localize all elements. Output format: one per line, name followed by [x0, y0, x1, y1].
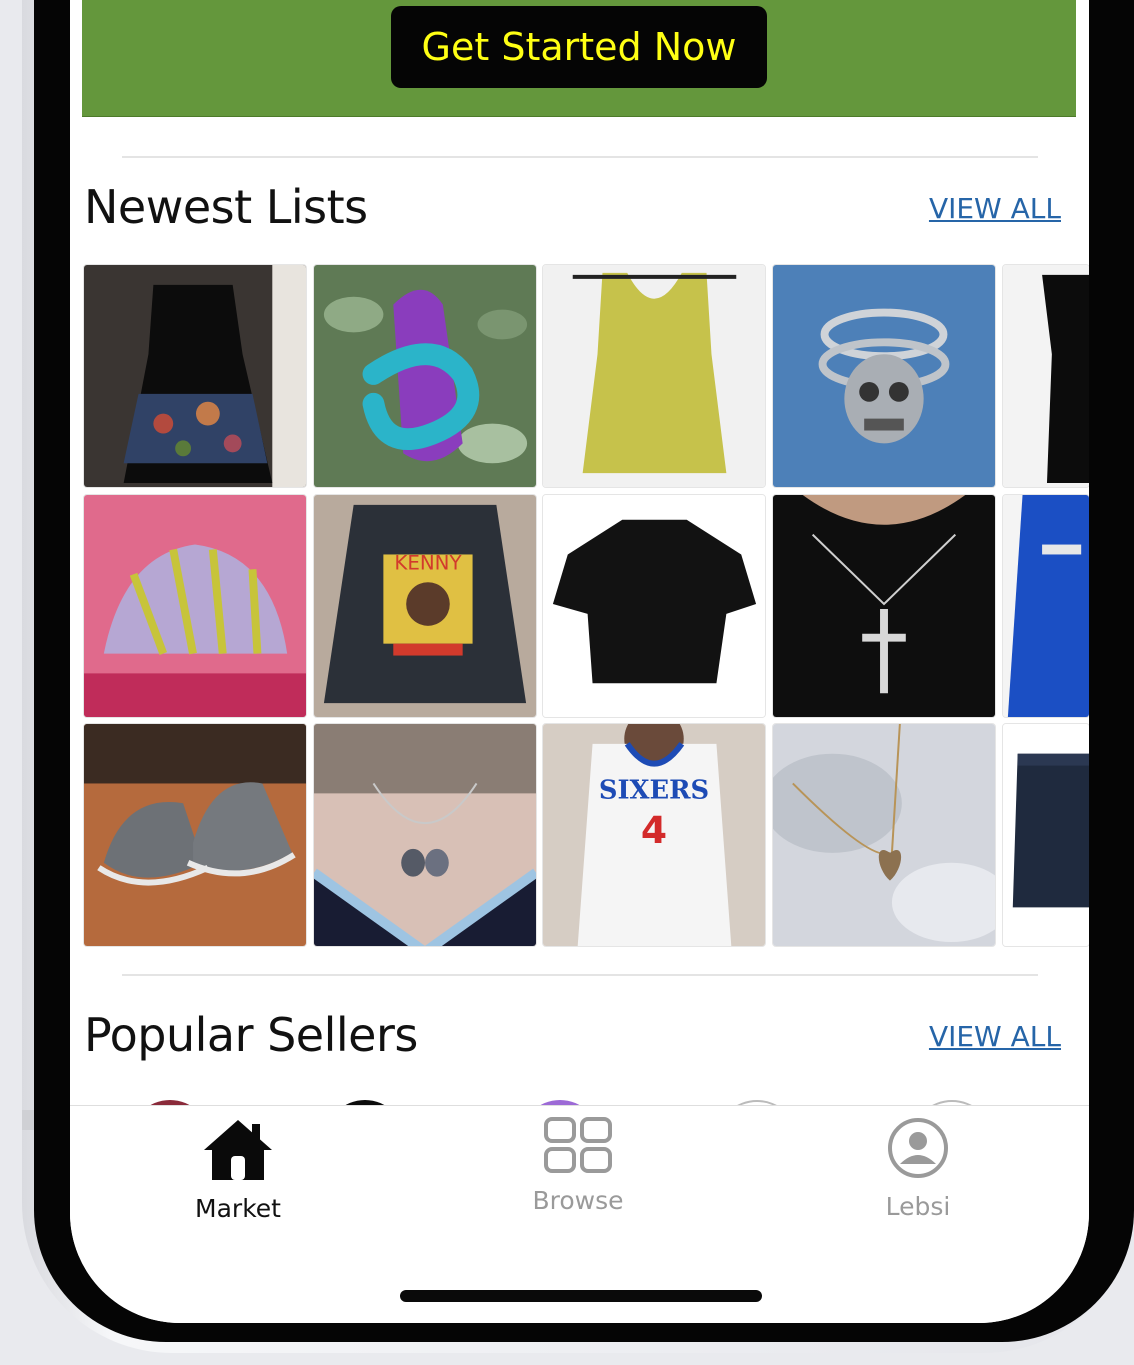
listing-tile-skull-ring[interactable]	[772, 264, 996, 488]
jersey-text: SIXERS	[599, 775, 709, 805]
home-icon	[204, 1120, 272, 1180]
listing-tile-denim-jeans-partial[interactable]	[1002, 723, 1089, 947]
get-started-button[interactable]: Get Started Now	[391, 6, 767, 88]
listing-tile-clay-sculpture[interactable]	[313, 264, 537, 488]
listing-tile-sixers-jersey[interactable]: SIXERS 4	[542, 723, 766, 947]
section-divider	[122, 156, 1038, 158]
listing-tile-black-mock-top[interactable]	[542, 494, 766, 718]
jersey-number: 4	[641, 808, 667, 852]
shirt-print-text: KENNY	[394, 551, 462, 574]
tab-label: Market	[195, 1194, 281, 1223]
newest-view-all-link[interactable]: VIEW ALL	[929, 192, 1061, 225]
listing-tile-black-tank-partial[interactable]	[1002, 264, 1089, 488]
listing-tile-striped-bucket-hat[interactable]	[83, 494, 307, 718]
listing-tile-lace-dress[interactable]	[83, 264, 307, 488]
tab-browse[interactable]: Browse	[478, 1116, 678, 1215]
listing-tile-kenny-longsleeve[interactable]: KENNY	[313, 494, 537, 718]
user-circle-icon	[888, 1118, 948, 1178]
listing-tile-gold-heart-necklace[interactable]	[772, 723, 996, 947]
side-button	[22, 1110, 34, 1130]
app-screen: Get Started Now Newest Lists VIEW ALL KE…	[70, 0, 1089, 1323]
popular-view-all-link[interactable]: VIEW ALL	[929, 1020, 1061, 1053]
tab-market[interactable]: Market	[138, 1116, 338, 1223]
home-indicator	[400, 1290, 762, 1302]
listing-tile-blue-racing-jacket-partial[interactable]	[1002, 494, 1089, 718]
listing-tile-cross-necklace[interactable]	[772, 494, 996, 718]
listing-tile-heart-pendant-necklace[interactable]	[313, 723, 537, 947]
listing-tile-grey-sneakers[interactable]	[83, 723, 307, 947]
tab-label: Browse	[532, 1186, 624, 1215]
newest-lists-title: Newest Lists	[84, 180, 368, 234]
grid-icon	[544, 1117, 612, 1173]
popular-sellers-title: Popular Sellers	[84, 1008, 418, 1062]
promo-banner: Get Started Now	[82, 0, 1076, 117]
tab-label: Lebsi	[885, 1192, 951, 1221]
section-divider	[122, 974, 1038, 976]
tab-lebsi[interactable]: Lebsi	[818, 1116, 1018, 1221]
listing-tile-lime-tank-top[interactable]	[542, 264, 766, 488]
